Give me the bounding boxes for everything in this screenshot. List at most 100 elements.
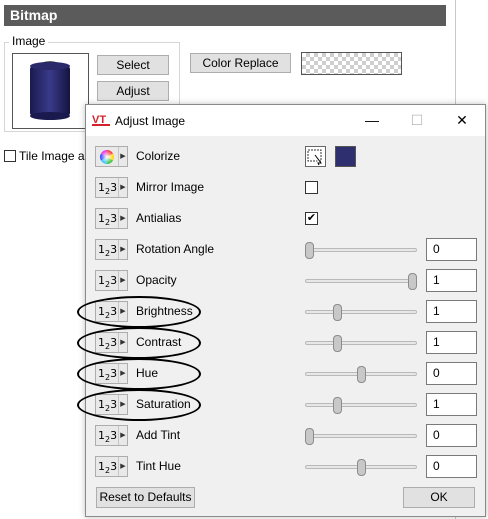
slider-track: [305, 248, 417, 252]
add-tint-slider[interactable]: [305, 428, 417, 445]
color-replace-button[interactable]: Color Replace: [190, 53, 291, 73]
contrast-value-field[interactable]: 1: [426, 331, 477, 354]
antialias-checkbox[interactable]: ✔: [305, 212, 318, 225]
row-rotation-angle: 123 ▶ Rotation Angle 0: [86, 234, 485, 265]
app-logo-icon: VT: [92, 114, 110, 126]
number-type-icon: 123: [98, 212, 118, 228]
mirror-image-checkbox[interactable]: [305, 181, 318, 194]
row-contrast: 123 ▶ Contrast 1: [77, 327, 485, 359]
color-wheel-icon: [98, 148, 118, 166]
paint-bucket-image: [30, 61, 70, 120]
reset-to-defaults-button[interactable]: Reset to Defaults: [96, 487, 195, 508]
slider-thumb[interactable]: [305, 428, 314, 445]
chevron-right-icon: ▶: [118, 426, 127, 445]
chevron-right-icon: ▶: [118, 209, 127, 228]
saturation-label: Saturation: [136, 397, 191, 411]
contrast-slider[interactable]: [305, 335, 417, 352]
slider-thumb[interactable]: [408, 273, 417, 290]
saturation-slider[interactable]: [305, 397, 417, 414]
dialog-title: Adjust Image: [115, 114, 186, 128]
number-type-icon: 123: [98, 460, 118, 476]
number-type-icon: 123: [98, 305, 118, 321]
select-button[interactable]: Select: [97, 55, 169, 75]
brightness-slider[interactable]: [305, 304, 417, 321]
number-type-icon: 123: [98, 398, 118, 414]
rotation-angle-type-button[interactable]: 123 ▶: [95, 239, 128, 260]
row-tint-hue: 123 ▶ Tint Hue 0: [86, 451, 485, 482]
hue-label: Hue: [136, 366, 159, 380]
tint-hue-type-button[interactable]: 123 ▶: [95, 456, 128, 477]
hue-slider[interactable]: [305, 366, 417, 383]
number-type-icon: 123: [98, 429, 118, 445]
rotation-angle-label: Rotation Angle: [136, 242, 215, 256]
slider-thumb[interactable]: [333, 335, 342, 352]
chevron-right-icon: ▶: [118, 364, 127, 383]
mirror-image-type-button[interactable]: 123 ▶: [95, 177, 128, 198]
saturation-value-field[interactable]: 1: [426, 393, 477, 416]
maximize-button[interactable]: ☐: [395, 105, 439, 136]
chevron-right-icon: ▶: [118, 302, 127, 321]
adjust-button[interactable]: Adjust: [97, 81, 169, 101]
ok-button[interactable]: OK: [403, 487, 475, 508]
chevron-right-icon: ▶: [118, 271, 127, 290]
slider-track: [305, 310, 417, 314]
dialog-titlebar[interactable]: VT Adjust Image — ☐ ✕: [86, 105, 485, 136]
slider-thumb[interactable]: [333, 397, 342, 414]
brightness-type-button[interactable]: 123 ▶: [95, 301, 128, 322]
slider-track: [305, 341, 417, 345]
number-type-icon: 123: [98, 367, 118, 383]
number-type-icon: 123: [98, 274, 118, 290]
antialias-type-button[interactable]: 123 ▶: [95, 208, 128, 229]
row-opacity: 123 ▶ Opacity 1: [86, 265, 485, 296]
tint-hue-label: Tint Hue: [136, 459, 181, 473]
eyedropper-icon[interactable]: [305, 146, 326, 167]
number-type-icon: 123: [98, 181, 118, 197]
close-button[interactable]: ✕: [440, 105, 484, 136]
image-preview: [12, 53, 89, 129]
tint-hue-slider[interactable]: [305, 459, 417, 476]
hue-value-field[interactable]: 0: [426, 362, 477, 385]
chevron-right-icon: ▶: [118, 457, 127, 476]
slider-thumb[interactable]: [357, 366, 366, 383]
chevron-right-icon: ▶: [118, 240, 127, 259]
minimize-button[interactable]: —: [350, 105, 394, 136]
opacity-value-field[interactable]: 1: [426, 269, 477, 292]
chevron-right-icon: ▶: [118, 395, 127, 414]
chevron-right-icon: ▶: [118, 333, 127, 352]
row-antialias: 123 ▶ Antialias ✔: [86, 203, 485, 234]
opacity-type-button[interactable]: 123 ▶: [95, 270, 128, 291]
brightness-value-field[interactable]: 1: [426, 300, 477, 323]
slider-track: [305, 279, 417, 283]
contrast-type-button[interactable]: 123 ▶: [95, 332, 128, 353]
slider-thumb[interactable]: [305, 242, 314, 259]
slider-thumb[interactable]: [357, 459, 366, 476]
tile-image-checkbox[interactable]: [4, 150, 16, 162]
rotation-angle-value-field[interactable]: 0: [426, 238, 477, 261]
row-saturation: 123 ▶ Saturation 1: [77, 389, 485, 421]
add-tint-value-field[interactable]: 0: [426, 424, 477, 447]
section-header-bitmap: Bitmap: [4, 5, 446, 26]
chevron-right-icon: ▶: [118, 178, 127, 197]
add-tint-type-button[interactable]: 123 ▶: [95, 425, 128, 446]
contrast-label: Contrast: [136, 335, 182, 349]
add-tint-label: Add Tint: [136, 428, 181, 442]
number-type-icon: 123: [98, 336, 118, 352]
chevron-right-icon: ▶: [118, 147, 127, 166]
adjust-image-dialog: VT Adjust Image — ☐ ✕ ▶ Colorize 123 ▶ Mirro…: [77, 104, 486, 517]
row-hue: 123 ▶ Hue 0: [77, 358, 485, 390]
saturation-type-button[interactable]: 123 ▶: [95, 394, 128, 415]
tint-hue-value-field[interactable]: 0: [426, 455, 477, 478]
row-mirror-image: 123 ▶ Mirror Image: [86, 172, 485, 203]
antialias-label: Antialias: [136, 211, 182, 225]
rotation-angle-slider[interactable]: [305, 242, 417, 259]
slider-track: [305, 434, 417, 438]
colorize-type-button[interactable]: ▶: [95, 146, 128, 167]
slider-track: [305, 403, 417, 407]
opacity-slider[interactable]: [305, 273, 417, 290]
replace-color-swatch[interactable]: [301, 52, 402, 75]
opacity-label: Opacity: [136, 273, 177, 287]
hue-type-button[interactable]: 123 ▶: [95, 363, 128, 384]
slider-thumb[interactable]: [333, 304, 342, 321]
colorize-color-swatch[interactable]: [335, 146, 356, 167]
number-type-icon: 123: [98, 243, 118, 259]
